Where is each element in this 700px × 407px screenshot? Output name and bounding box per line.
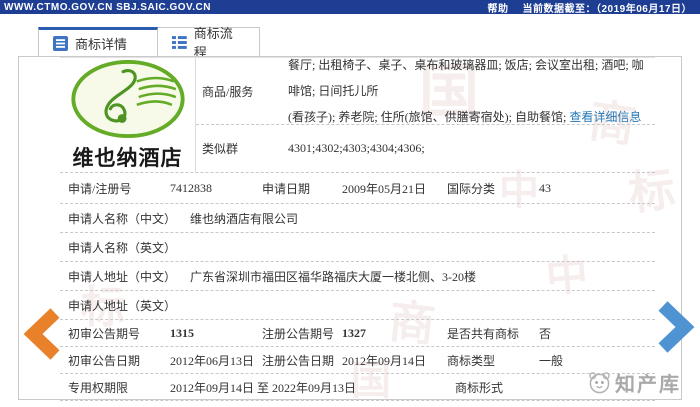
goods-line1: 餐厅; 出租椅子、桌子、桌布和玻璃器皿; 饭店; 会议室出租; 酒吧; 咖啡馆;… (288, 58, 644, 98)
field-value: 43 (539, 180, 551, 195)
field-value: 1315 (170, 325, 194, 340)
trademark-detail-page: WWW.CTMO.GOV.CN SBJ.SAIC.GOV.CN 帮助 当前数据截… (0, 0, 700, 407)
data-cutoff-note: 当前数据截至：（2019年06月17日） (522, 3, 692, 15)
field-label: 商标形式 (455, 380, 504, 395)
row-gazette-numbers: 初审公告期号 1315 注册公告期号 1327 是否共有商标 否 (60, 320, 655, 347)
field-label: 商标类型 (447, 353, 496, 368)
help-link[interactable]: 帮助 (488, 0, 509, 15)
row-registration: 申请/注册号 7412838 申请日期 2009年05月21日 国际分类 43 (60, 173, 655, 204)
goods-services-row: 商品/服务 餐厅; 出租椅子、桌子、桌布和玻璃器皿; 饭店; 会议室出租; 酒吧… (196, 58, 655, 125)
field-label: 国际分类 (447, 181, 496, 196)
field-label: 注册公告日期 (262, 353, 335, 368)
field-label: 申请人地址（英文） (68, 298, 177, 313)
field-label: 注册公告期号 (262, 326, 335, 341)
row-applicant-name-cn: 申请人名称（中文） 维也纳酒店有限公司 (60, 204, 655, 233)
field-value: 2012年06月13日 (170, 353, 255, 368)
field-label: 专用权期限 (68, 380, 129, 395)
field-label: 申请人地址（中文） (68, 269, 177, 284)
row-applicant-name-en: 申请人名称（英文） (60, 233, 655, 262)
similar-group-row: 类似群 4301;4302;4303;4304;4306; (196, 125, 655, 172)
field-label: 初审公告日期 (68, 353, 141, 368)
field-label: 申请人名称（中文） (68, 211, 177, 226)
field-label: 申请人名称（英文） (68, 240, 177, 255)
view-detail-link[interactable]: 查看详细信息 (569, 110, 641, 124)
trademark-image[interactable]: 维也纳酒店 (60, 58, 196, 172)
tab-detail-label: 商标详情 (75, 37, 128, 52)
mascot-face-icon (589, 372, 610, 394)
row-gazette-dates: 初审公告日期 2012年06月13日 注册公告日期 2012年09月14日 商标… (60, 347, 655, 374)
trademark-logo-graphic (70, 59, 185, 139)
goods-services-value: 餐厅; 出租椅子、桌子、桌布和玻璃器皿; 饭店; 会议室出租; 酒吧; 咖啡馆;… (288, 52, 655, 130)
row-applicant-address-cn: 申请人地址（中文） 广东省深圳市福田区福华路福庆大厦一楼北侧、3-20楼 (60, 262, 655, 291)
field-label: 申请/注册号 (68, 181, 132, 196)
field-value: 广东省深圳市福田区福华路福庆大厦一楼北侧、3-20楼 (190, 269, 476, 284)
field-label: 是否共有商标 (447, 326, 520, 341)
trademark-name-text: 维也纳酒店 (72, 146, 183, 170)
next-record-arrow[interactable] (656, 299, 696, 361)
field-value: 维也纳酒店有限公司 (190, 211, 299, 226)
field-value: 2012年09月14日 至 2022年09月13日 (170, 380, 357, 395)
field-value: 否 (539, 326, 552, 341)
brand-watermark-text: 知产库 (615, 374, 681, 396)
field-value: 一般 (539, 353, 564, 368)
detail-table: 维也纳酒店 商品/服务 餐厅; 出租椅子、桌子、桌布和玻璃器皿; 饭店; 会议室… (60, 57, 655, 401)
tab-trademark-detail[interactable]: 商标详情 (38, 27, 158, 57)
brand-watermark: 知产库 (588, 368, 681, 397)
field-label: 申请日期 (262, 181, 311, 196)
field-value: 2009年05月21日 (342, 181, 427, 196)
document-icon (53, 36, 68, 51)
field-value: 2012年09月14日 (342, 353, 427, 368)
similar-group-label: 类似群 (202, 142, 239, 156)
row-applicant-address-en: 申请人地址（英文） (60, 291, 655, 320)
goods-line2: (看孩子); 养老院; 住所(旅馆、供膳寄宿处); 自助餐馆; (288, 110, 570, 124)
chevron-right-icon (658, 301, 695, 353)
field-value: 1327 (342, 325, 366, 340)
previous-record-arrow[interactable] (22, 306, 62, 368)
field-label: 初审公告期号 (68, 326, 141, 341)
top-bar: WWW.CTMO.GOV.CN SBJ.SAIC.GOV.CN 帮助 当前数据截… (0, 0, 700, 15)
tab-trademark-process[interactable]: 商标流程 (158, 26, 260, 60)
list-grid-icon (172, 35, 187, 49)
goods-services-label: 商品/服务 (202, 84, 254, 99)
similar-group-value: 4301;4302;4303;4304;4306; (288, 141, 425, 155)
row-goods: 维也纳酒店 商品/服务 餐厅; 出租椅子、桌子、桌布和玻璃器皿; 饭店; 会议室… (60, 58, 655, 173)
field-value: 7412838 (170, 180, 212, 195)
site-urls: WWW.CTMO.GOV.CN SBJ.SAIC.GOV.CN (4, 1, 211, 13)
detail-panel: 国 商 标 中 商 标 中 国 维也纳酒店 商品/服务 餐厅; 出租椅子、桌子、… (18, 56, 682, 401)
row-validity-period: 专用权期限 2012年09月14日 至 2022年09月13日 商标形式 (60, 374, 655, 401)
chevron-left-icon (23, 308, 60, 360)
